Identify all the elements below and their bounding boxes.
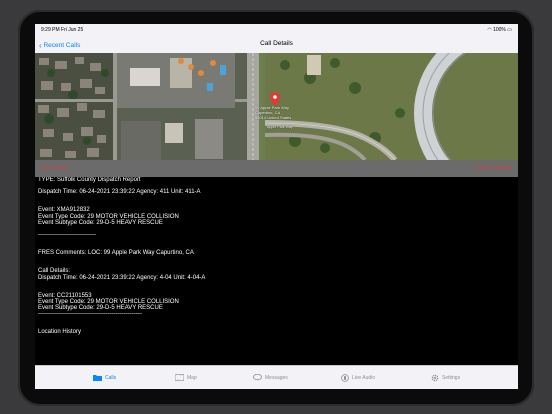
folder-icon bbox=[93, 375, 102, 381]
pin-address-label: 99 Apple Park Way Cupertino, CA 95014 Un… bbox=[255, 105, 291, 120]
tab-messages[interactable]: Messages bbox=[253, 374, 288, 381]
detail-line: Location History bbox=[38, 329, 82, 336]
tab-live-audio-label: Live Audio bbox=[352, 375, 376, 381]
distance-info-bar: 3.5 mi away 9 min to location bbox=[35, 160, 518, 177]
call-details-text: TYPE: Suffolk County Dispatch Report Disp… bbox=[35, 177, 518, 365]
tab-messages-label: Messages bbox=[265, 374, 288, 381]
wifi-icon: ◠ bbox=[487, 27, 492, 33]
distance-text: 3.5 mi away bbox=[41, 165, 68, 171]
navigation-bar: ‹ Recent Calls Call Details bbox=[35, 36, 518, 54]
tab-calls[interactable]: Calls bbox=[93, 374, 116, 381]
page-title: Call Details bbox=[260, 40, 293, 47]
status-bar: 9:29 PM Fri Jun 25 ◠ 100% ▭ bbox=[35, 24, 518, 36]
app-screen: 9:29 PM Fri Jun 25 ◠ 100% ▭ ‹ Recent Cal… bbox=[35, 24, 518, 389]
pin-address-line-3: 95014 United States bbox=[255, 115, 292, 120]
map-icon bbox=[175, 374, 184, 381]
message-bubble-icon bbox=[253, 374, 262, 381]
tab-calls-label: Calls bbox=[105, 374, 117, 381]
battery-icon: ▭ bbox=[507, 27, 512, 33]
tab-map-label: Map bbox=[187, 374, 197, 381]
status-time: 9:29 PM Fri Jun 25 bbox=[41, 27, 84, 33]
gear-icon bbox=[431, 374, 439, 382]
street-label: Apple Park Way bbox=[267, 125, 293, 129]
audio-icon bbox=[341, 374, 349, 382]
eta-text: 9 min to location bbox=[475, 165, 512, 171]
tab-settings-label: Settings bbox=[442, 375, 461, 381]
battery-percent: 100% bbox=[493, 27, 506, 33]
map-view[interactable]: 99 Apple Park Way Cupertino, CA 95014 Un… bbox=[35, 53, 518, 160]
tab-map[interactable]: Map bbox=[175, 374, 197, 381]
status-battery: ◠ 100% ▭ bbox=[487, 27, 512, 33]
tab-bar: Calls Map Messages Live Audio Settings bbox=[35, 365, 518, 389]
tab-settings[interactable]: Settings bbox=[431, 374, 460, 382]
tab-live-audio[interactable]: Live Audio bbox=[341, 374, 375, 382]
